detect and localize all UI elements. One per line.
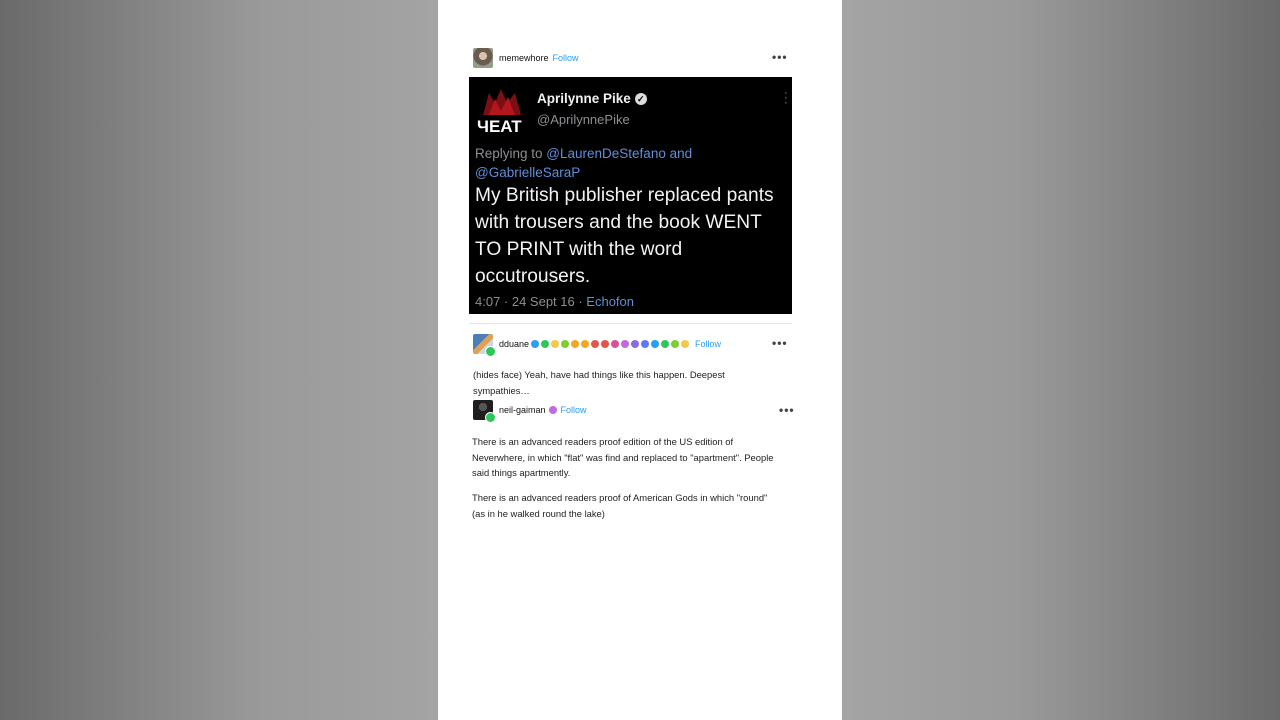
- tweet-text: My British publisher replaced pants with…: [475, 185, 774, 287]
- replying-prefix: Replying to: [475, 146, 547, 161]
- tweet-author-label: Aprilynne Pike: [537, 91, 631, 106]
- tweet-screenshot: ЧEAT Aprilynne Pike ✓ @AprilynnePike · · · …: [469, 77, 792, 314]
- more-options-icon[interactable]: •••: [779, 403, 795, 417]
- post-paragraph: There is an advanced readers proof of Am…: [472, 492, 768, 519]
- tweet-handle: @AprilynnePike: [537, 112, 630, 127]
- online-badge-icon: [485, 412, 496, 423]
- more-options-icon[interactable]: •••: [772, 50, 788, 64]
- tweet-avatar: ЧEAT: [475, 85, 527, 137]
- tweet-time: 4:07 · 24 Sept 16 ·: [475, 294, 587, 309]
- background-left: [0, 0, 438, 720]
- tweet-more-icon: · · ·: [784, 87, 788, 109]
- verified-icon: ✓: [634, 93, 647, 106]
- post-header-neil-gaiman: neil-gaiman Follow: [473, 400, 587, 423]
- more-options-icon[interactable]: •••: [772, 336, 788, 350]
- tweet-avatar-text: ЧEAT: [477, 117, 522, 136]
- avatar[interactable]: [473, 48, 493, 68]
- avatar[interactable]: [473, 400, 496, 423]
- follow-button[interactable]: Follow: [561, 405, 587, 415]
- tweet-replying-to: Replying to @LaurenDeStefano and @Gabrie…: [475, 144, 775, 182]
- post-body: (hides face) Yeah, have had things like …: [473, 369, 725, 396]
- post-header-memewhore: memewhore Follow: [473, 48, 579, 68]
- follow-button[interactable]: Follow: [553, 53, 579, 63]
- post-card: memewhore Follow ••• ЧEAT Aprilynne Pike…: [438, 0, 842, 720]
- follow-button[interactable]: Follow: [695, 339, 721, 349]
- username[interactable]: dduane: [499, 339, 529, 349]
- tweet-meta: 4:07 · 24 Sept 16 · Echofon: [475, 294, 634, 309]
- username[interactable]: memewhore: [499, 53, 549, 63]
- post-paragraph: There is an advanced readers proof editi…: [472, 436, 774, 478]
- post-header-dduane: dduane Follow: [473, 334, 721, 357]
- online-badge-icon: [485, 346, 496, 357]
- badge-row-icon: [531, 340, 691, 348]
- avatar[interactable]: [473, 334, 496, 357]
- tweet-author-name: Aprilynne Pike ✓: [537, 91, 647, 106]
- username[interactable]: neil-gaiman: [499, 405, 546, 415]
- divider: [469, 323, 792, 324]
- background-right: [842, 0, 1280, 720]
- tweet-source: Echofon: [586, 294, 634, 309]
- purple-badge-icon: [548, 406, 557, 414]
